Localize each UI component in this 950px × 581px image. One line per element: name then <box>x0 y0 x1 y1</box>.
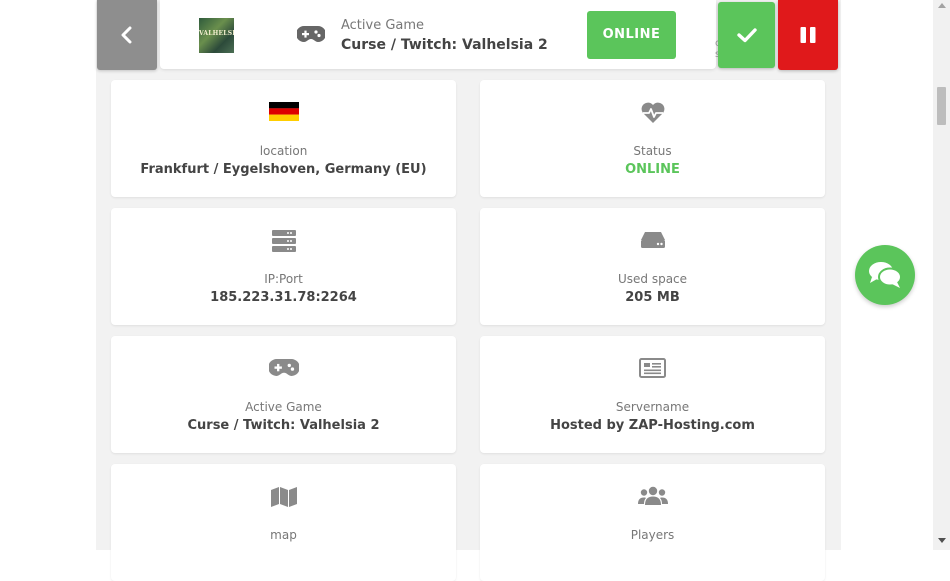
chevron-left-icon <box>121 26 132 44</box>
servername-card: Servername Hosted by ZAP-Hosting.com <box>480 336 825 453</box>
users-icon <box>637 486 668 505</box>
active-game-card-label: Active Game <box>245 400 322 414</box>
status-value: ONLINE <box>625 162 680 177</box>
map-label: map <box>270 528 297 542</box>
triangle-up-icon <box>937 3 946 8</box>
back-button[interactable] <box>97 0 157 70</box>
location-value: Frankfurt / Eygelshoven, Germany (EU) <box>140 162 427 177</box>
pause-button[interactable] <box>778 0 838 70</box>
gamepad-icon <box>297 26 325 42</box>
server-header-bar: VALHELSIA Active Game Curse / Twitch: Va… <box>160 0 721 69</box>
status-label: Status <box>633 144 672 158</box>
active-game-card-value: Curse / Twitch: Valhelsia 2 <box>187 418 380 433</box>
germany-flag-icon <box>268 102 299 121</box>
active-game-value: Curse / Twitch: Valhelsia 2 <box>341 37 548 53</box>
triangle-down-icon <box>937 538 946 543</box>
scroll-down-arrow[interactable] <box>933 538 950 548</box>
checkmark-icon <box>736 28 757 43</box>
location-card: location Frankfurt / Eygelshoven, German… <box>111 80 456 197</box>
chat-bubbles-icon <box>869 262 902 288</box>
hard-drive-icon <box>640 232 665 248</box>
scroll-up-arrow[interactable] <box>933 2 950 12</box>
active-game-card: Active Game Curse / Twitch: Valhelsia 2 <box>111 336 456 453</box>
used-space-label: Used space <box>617 272 688 286</box>
servername-value: Hosted by ZAP-Hosting.com <box>550 418 755 433</box>
ip-port-card: IP:Port 185.223.31.78:2264 <box>111 208 456 325</box>
ip-port-value: 185.223.31.78:2264 <box>210 290 357 305</box>
confirm-button[interactable] <box>718 2 775 68</box>
pause-icon <box>800 27 816 43</box>
map-card: map <box>111 464 456 581</box>
gamepad-icon <box>268 359 299 376</box>
heartbeat-icon <box>641 102 664 123</box>
used-space-card: Used space 205 MB <box>480 208 825 325</box>
location-label: location <box>259 144 308 158</box>
game-thumbnail-text: VALHELSIA <box>199 30 234 37</box>
map-icon <box>270 487 297 507</box>
players-label: Players <box>630 528 675 542</box>
scrollbar-thumb[interactable] <box>937 87 946 125</box>
newspaper-icon <box>639 358 666 378</box>
live-chat-button[interactable] <box>855 245 915 305</box>
game-thumbnail: VALHELSIA <box>199 18 234 53</box>
online-status-button[interactable]: ONLINE <box>587 11 676 59</box>
servername-label: Servername <box>615 400 690 414</box>
status-card: Status ONLINE <box>480 80 825 197</box>
page-scrollbar[interactable] <box>933 0 950 550</box>
players-card: Players <box>480 464 825 581</box>
active-game-label: Active Game <box>341 18 425 33</box>
ip-port-label: IP:Port <box>264 272 303 286</box>
server-icon <box>271 230 296 252</box>
used-space-value: 205 MB <box>625 290 680 305</box>
